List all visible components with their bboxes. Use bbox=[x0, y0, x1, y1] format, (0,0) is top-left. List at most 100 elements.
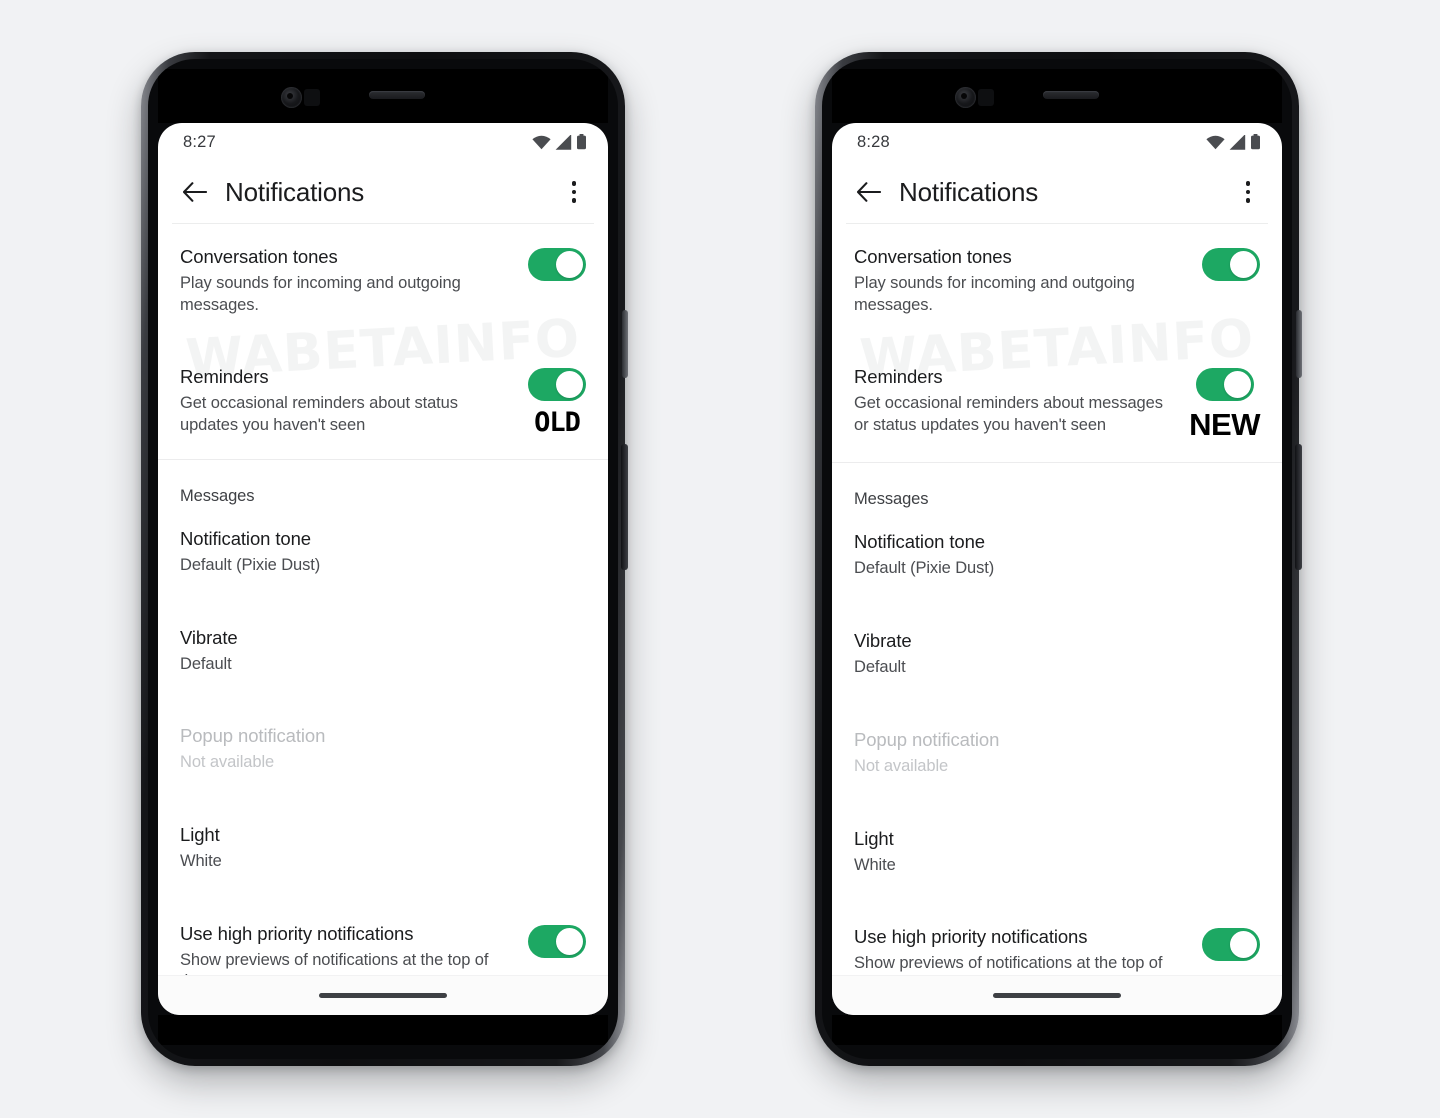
row-subtitle: Default bbox=[854, 658, 906, 677]
row-texts: Light White bbox=[180, 824, 586, 873]
toggle-knob bbox=[1230, 931, 1257, 959]
row-title: Use high priority notifications bbox=[854, 926, 1088, 948]
bottom-bezel bbox=[158, 1015, 608, 1045]
gesture-nav-area bbox=[832, 975, 1282, 1015]
phone-body: WABETAINFO 8:28 Notifications Conversati… bbox=[822, 59, 1292, 1059]
row-vibrate[interactable]: Vibrate Default bbox=[832, 608, 1282, 683]
row-reminders[interactable]: Reminders Get occasional reminders about… bbox=[832, 344, 1282, 444]
row-subtitle: Default (Pixie Dust) bbox=[854, 559, 995, 578]
section-header-messages: Messages bbox=[180, 486, 255, 505]
row-subtitle: Default (Pixie Dust) bbox=[180, 555, 321, 574]
row-conversation-tones[interactable]: Conversation tones Play sounds for incom… bbox=[832, 224, 1282, 320]
row-texts: Notification tone Default (Pixie Dust) bbox=[854, 531, 1260, 580]
row-conversation-tones[interactable]: Conversation tones Play sounds for incom… bbox=[158, 224, 608, 320]
row-subtitle: Play sounds for incoming and outgoing me… bbox=[180, 273, 461, 314]
front-camera-icon bbox=[281, 87, 302, 108]
row-texts: Popup notification Not available bbox=[854, 729, 1260, 778]
row-title: Vibrate bbox=[854, 630, 912, 652]
overflow-menu-icon[interactable] bbox=[560, 178, 588, 206]
earpiece-speaker-icon bbox=[369, 91, 425, 99]
row-title: Conversation tones bbox=[180, 246, 338, 267]
row-right: OLD bbox=[528, 366, 586, 436]
gesture-bar[interactable] bbox=[993, 993, 1121, 998]
phone-old: WABETAINFO 8:27 Notifications Conversati… bbox=[141, 52, 628, 1066]
wifi-icon bbox=[1206, 135, 1225, 150]
status-time: 8:28 bbox=[857, 132, 890, 151]
page-title: Notifications bbox=[225, 176, 365, 207]
row-subtitle: Not available bbox=[854, 756, 949, 775]
settings-list: Conversation tones Play sounds for incom… bbox=[832, 224, 1282, 1015]
toggle-reminders[interactable] bbox=[528, 368, 586, 402]
overflow-menu-icon[interactable] bbox=[1234, 178, 1262, 206]
row-notification-tone[interactable]: Notification tone Default (Pixie Dust) bbox=[158, 506, 608, 581]
row-light[interactable]: Light White bbox=[832, 806, 1282, 881]
volume-rocker[interactable] bbox=[621, 444, 628, 570]
toggle-reminders[interactable] bbox=[1195, 368, 1254, 402]
bottom-bezel bbox=[832, 1015, 1282, 1045]
status-icons bbox=[1206, 134, 1261, 150]
app-bar: Notifications bbox=[158, 161, 608, 223]
screen-new: WABETAINFO 8:28 Notifications Conversati… bbox=[832, 123, 1282, 1015]
back-arrow-icon[interactable] bbox=[854, 177, 884, 207]
row-texts: Notification tone Default (Pixie Dust) bbox=[180, 528, 586, 577]
row-title: Use high priority notifications bbox=[180, 922, 414, 944]
toggle-conversation-tones[interactable] bbox=[1202, 248, 1260, 281]
toggle-knob bbox=[1230, 251, 1257, 278]
screen-old: WABETAINFO 8:27 Notifications Conversati… bbox=[158, 123, 608, 1015]
row-title: Notification tone bbox=[180, 527, 311, 549]
battery-icon bbox=[576, 134, 587, 150]
row-texts: Vibrate Default bbox=[180, 627, 586, 676]
row-vibrate[interactable]: Vibrate Default bbox=[158, 605, 608, 680]
sensor-icon bbox=[304, 89, 320, 106]
row-title: Light bbox=[180, 824, 220, 846]
row-light[interactable]: Light White bbox=[158, 802, 608, 877]
section-header-messages: Messages bbox=[854, 490, 929, 509]
page-title: Notifications bbox=[899, 176, 1039, 207]
gesture-bar[interactable] bbox=[319, 993, 447, 998]
row-popup-notification: Popup notification Not available bbox=[158, 703, 608, 778]
row-notification-tone[interactable]: Notification tone Default (Pixie Dust) bbox=[832, 509, 1282, 584]
signal-icon bbox=[1229, 134, 1246, 150]
row-texts: Vibrate Default bbox=[854, 630, 1260, 679]
gesture-nav-area bbox=[158, 975, 608, 1015]
row-title: Light bbox=[854, 827, 894, 849]
row-title: Popup notification bbox=[854, 728, 1000, 750]
variant-badge: OLD bbox=[534, 407, 581, 439]
row-reminders[interactable]: Reminders Get occasional reminders about… bbox=[158, 344, 608, 440]
status-time: 8:27 bbox=[183, 132, 216, 151]
toggle-use-high-priority-notifications[interactable] bbox=[1202, 928, 1260, 962]
power-button[interactable] bbox=[1296, 310, 1302, 378]
row-right bbox=[1202, 246, 1260, 281]
row-texts: Conversation tones Play sounds for incom… bbox=[180, 246, 514, 316]
row-title: Conversation tones bbox=[854, 246, 1012, 267]
toggle-knob bbox=[556, 251, 583, 278]
top-bezel bbox=[832, 69, 1282, 123]
top-bezel bbox=[158, 69, 608, 123]
row-subtitle: Not available bbox=[180, 753, 275, 772]
toggle-use-high-priority-notifications[interactable] bbox=[528, 924, 586, 958]
power-button[interactable] bbox=[622, 310, 628, 378]
row-texts: Reminders Get occasional reminders about… bbox=[854, 366, 1175, 436]
phone-new: WABETAINFO 8:28 Notifications Conversati… bbox=[815, 52, 1302, 1066]
front-camera-icon bbox=[955, 87, 976, 108]
toggle-knob bbox=[556, 371, 583, 399]
phone-body: WABETAINFO 8:27 Notifications Conversati… bbox=[148, 59, 618, 1059]
row-texts: Light White bbox=[854, 828, 1260, 877]
sensor-icon bbox=[978, 89, 994, 106]
back-arrow-icon[interactable] bbox=[180, 177, 210, 207]
toggle-conversation-tones[interactable] bbox=[528, 248, 586, 281]
row-right: NEW bbox=[1189, 366, 1260, 440]
row-texts: Conversation tones Play sounds for incom… bbox=[854, 246, 1188, 316]
row-right bbox=[528, 246, 586, 281]
row-subtitle: White bbox=[854, 855, 896, 874]
row-subtitle: Play sounds for incoming and outgoing me… bbox=[854, 273, 1135, 314]
row-title: Reminders bbox=[854, 366, 943, 388]
row-title: Vibrate bbox=[180, 626, 238, 648]
volume-rocker[interactable] bbox=[1295, 444, 1302, 570]
